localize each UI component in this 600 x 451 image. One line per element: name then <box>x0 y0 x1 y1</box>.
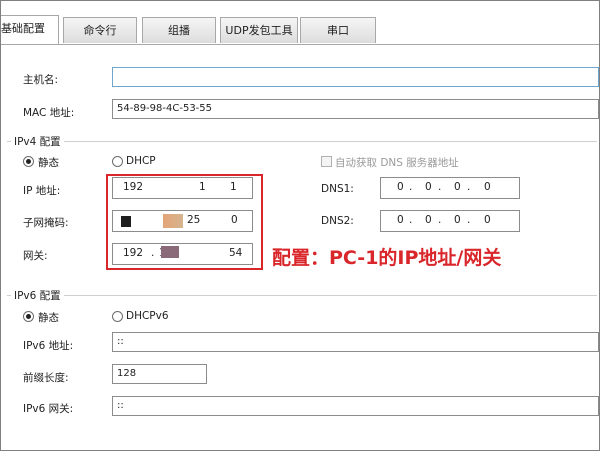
ipv6-gateway-field[interactable]: :: <box>112 396 599 416</box>
ipv6-gateway-label: IPv6 网关: <box>23 403 74 415</box>
tab-bar: 基础配置 命令行 组播 UDP发包工具 串口 <box>1 15 599 45</box>
auto-dns-checkbox[interactable] <box>321 156 332 167</box>
tab-serial[interactable]: 串口 <box>300 17 376 43</box>
mac-address-label: MAC 地址: <box>23 107 75 119</box>
mac-address-field[interactable]: 54-89-98-4C-53-55 <box>112 99 599 119</box>
dns1-input[interactable]: 0 . 0 . 0 . 0 <box>380 177 520 199</box>
ipv4-dhcp-label: DHCP <box>126 155 156 167</box>
host-name-label: 主机名: <box>23 74 59 86</box>
dns1-octet-4: 0 <box>484 181 491 193</box>
dns2-dot: . <box>409 214 413 226</box>
ip-address-label: IP 地址: <box>23 185 61 197</box>
gateway-label: 网关: <box>23 250 48 262</box>
ipv4-dhcp-radio[interactable] <box>112 156 123 167</box>
ipv4-section-title: IPv4 配置 <box>11 134 64 149</box>
dns1-dot: . <box>467 181 471 193</box>
ipv6-address-field[interactable]: :: <box>112 332 599 352</box>
dns1-octet-1: 0 <box>397 181 404 193</box>
dns1-dot: . <box>438 181 442 193</box>
dns1-label: DNS1: <box>321 183 354 195</box>
ipv4-static-radio[interactable] <box>23 156 34 167</box>
prefix-length-label: 前缀长度: <box>23 372 69 384</box>
tab-command-line[interactable]: 命令行 <box>63 17 137 43</box>
dns1-octet-3: 0 <box>454 181 461 193</box>
dns2-input[interactable]: 0 . 0 . 0 . 0 <box>380 210 520 232</box>
dns2-dot: . <box>467 214 471 226</box>
dns1-dot: . <box>409 181 413 193</box>
dns2-dot: . <box>438 214 442 226</box>
highlight-box <box>106 174 263 270</box>
tab-basic-config[interactable]: 基础配置 <box>1 15 59 44</box>
ipv6-address-label: IPv6 地址: <box>23 340 74 352</box>
tab-udp-tool[interactable]: UDP发包工具 <box>220 17 298 43</box>
ipv6-section-title: IPv6 配置 <box>11 288 64 303</box>
annotation-text: 配置：PC-1的IP地址/网关 <box>272 247 502 269</box>
dns1-octet-2: 0 <box>425 181 432 193</box>
dns2-label: DNS2: <box>321 215 354 227</box>
dns2-octet-1: 0 <box>397 214 404 226</box>
prefix-length-field[interactable]: 128 <box>112 364 207 384</box>
tab-multicast[interactable]: 组播 <box>142 17 216 43</box>
host-name-input[interactable] <box>112 67 599 87</box>
ipv4-static-label: 静态 <box>38 157 59 169</box>
tab-divider <box>1 44 599 45</box>
subnet-mask-label: 子网掩码: <box>23 217 69 229</box>
ipv6-static-radio[interactable] <box>23 311 34 322</box>
auto-dns-label: 自动获取 DNS 服务器地址 <box>335 157 459 169</box>
ipv6-dhcp-radio[interactable] <box>112 311 123 322</box>
ipv6-dhcp-label: DHCPv6 <box>126 310 169 322</box>
dns2-octet-2: 0 <box>425 214 432 226</box>
dns2-octet-3: 0 <box>454 214 461 226</box>
dns2-octet-4: 0 <box>484 214 491 226</box>
pc-config-window: 基础配置 命令行 组播 UDP发包工具 串口 主机名: MAC 地址: 54-8… <box>0 0 600 451</box>
ipv6-static-label: 静态 <box>38 312 59 324</box>
